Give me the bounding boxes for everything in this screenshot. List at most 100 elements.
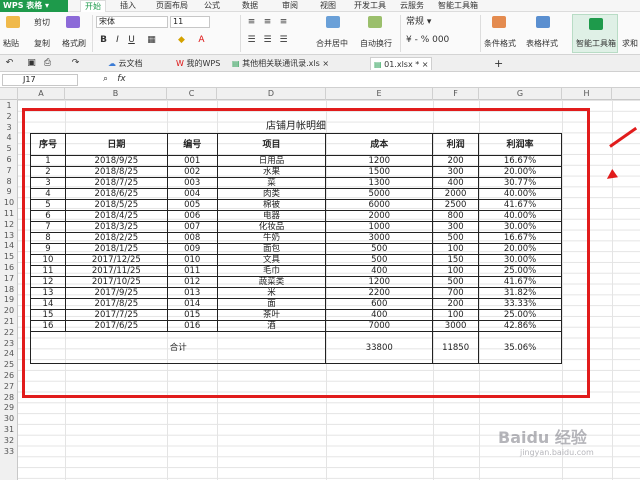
sum-button[interactable]: 求和 <box>622 38 638 49</box>
save-icon[interactable]: ▣ <box>26 58 37 69</box>
row-header[interactable]: 4 <box>0 133 18 142</box>
menu-tab-formula[interactable]: 公式 <box>204 0 220 12</box>
redo-icon[interactable]: ↷ <box>70 58 81 69</box>
merge-center-button[interactable]: 合并居中 <box>316 38 348 49</box>
column-header[interactable]: B <box>65 88 167 100</box>
row-header[interactable]: 3 <box>0 123 18 132</box>
toolbox-icon <box>589 18 603 30</box>
row-header[interactable]: 15 <box>0 252 18 261</box>
tab-label: 我的WPS <box>186 59 221 68</box>
row-header[interactable]: 16 <box>0 263 18 272</box>
row-header[interactable]: 24 <box>0 349 18 358</box>
border-icon[interactable]: ▦ <box>146 35 157 46</box>
tab-active-file[interactable]: ▤ 01.xlsx * × <box>370 57 433 70</box>
tab-my-wps[interactable]: W 我的WPS <box>176 57 220 70</box>
row-header[interactable]: 29 <box>0 403 18 412</box>
align-left-icon[interactable]: ☰ <box>246 35 257 46</box>
align-top-icon[interactable]: ≡ <box>246 17 257 28</box>
number-format-select[interactable]: 常规 ▾ <box>406 17 456 28</box>
font-color-icon[interactable]: A <box>196 35 207 46</box>
italic-icon[interactable]: I <box>112 35 123 46</box>
menu-tab-home[interactable]: 开始 <box>80 0 106 12</box>
menu-tab-review[interactable]: 审阅 <box>282 0 298 12</box>
format-painter-icon[interactable] <box>66 16 80 28</box>
menu-tab-developer[interactable]: 开发工具 <box>354 0 386 12</box>
name-box[interactable]: J17 <box>2 74 78 86</box>
fx-icon[interactable]: fx <box>116 74 127 85</box>
undo-icon[interactable]: ↶ <box>4 58 15 69</box>
select-all-corner[interactable] <box>0 88 18 100</box>
zoom-icon[interactable]: ⌕ <box>100 74 111 85</box>
smart-toolbox-button[interactable]: 智能工具箱 <box>572 14 618 53</box>
conditional-format-button[interactable]: 条件格式 <box>484 38 516 49</box>
table-style-button[interactable]: 表格样式 <box>526 38 558 49</box>
paste-label[interactable]: 粘贴 <box>3 38 19 49</box>
row-header[interactable]: 1 <box>0 101 18 110</box>
row-header[interactable]: 20 <box>0 306 18 315</box>
tab-cloud-docs[interactable]: ☁ 云文档 <box>108 57 143 70</box>
font-size-select[interactable]: 11 <box>170 16 210 28</box>
table-style-icon[interactable] <box>536 16 550 28</box>
row-header[interactable]: 10 <box>0 198 18 207</box>
row-header[interactable]: 22 <box>0 328 18 337</box>
font-name-select[interactable]: 宋体 <box>96 16 168 28</box>
row-header[interactable]: 33 <box>0 447 18 456</box>
row-header[interactable]: 32 <box>0 436 18 445</box>
copy-button[interactable]: 复制 <box>34 38 50 49</box>
row-header[interactable]: 14 <box>0 241 18 250</box>
row-header[interactable]: 26 <box>0 371 18 380</box>
row-header[interactable]: 18 <box>0 285 18 294</box>
row-header[interactable]: 8 <box>0 177 18 186</box>
menu-tab-view[interactable]: 视图 <box>320 0 336 12</box>
conditional-format-icon[interactable] <box>492 16 506 28</box>
paste-icon[interactable] <box>6 16 20 28</box>
print-icon[interactable]: ⎙ <box>42 58 53 69</box>
row-header[interactable]: 30 <box>0 414 18 423</box>
align-right-icon[interactable]: ☰ <box>278 35 289 46</box>
row-header[interactable]: 6 <box>0 155 18 164</box>
column-header[interactable]: D <box>217 88 326 100</box>
align-center-icon[interactable]: ☰ <box>262 35 273 46</box>
row-header[interactable]: 11 <box>0 209 18 218</box>
column-header[interactable]: F <box>433 88 479 100</box>
wrap-icon[interactable] <box>368 16 382 28</box>
row-header[interactable]: 25 <box>0 360 18 369</box>
column-header[interactable]: G <box>479 88 562 100</box>
align-bottom-icon[interactable]: ≡ <box>278 17 289 28</box>
new-tab-button[interactable]: + <box>494 57 503 70</box>
format-painter-button[interactable]: 格式刷 <box>62 38 86 49</box>
column-header[interactable]: C <box>167 88 217 100</box>
row-header[interactable]: 31 <box>0 425 18 434</box>
row-header[interactable]: 28 <box>0 393 18 402</box>
row-header[interactable]: 7 <box>0 166 18 175</box>
merge-icon[interactable] <box>326 16 340 28</box>
menu-tab-smart-toolbox[interactable]: 智能工具箱 <box>438 0 478 12</box>
column-header[interactable]: E <box>326 88 433 100</box>
row-header[interactable]: 9 <box>0 187 18 196</box>
row-header[interactable]: 17 <box>0 274 18 283</box>
menu-tab-page-layout[interactable]: 页面布局 <box>156 0 188 12</box>
row-header[interactable]: 21 <box>0 317 18 326</box>
row-header[interactable]: 23 <box>0 339 18 348</box>
menu-tab-insert[interactable]: 插入 <box>120 0 136 12</box>
row-header[interactable]: 5 <box>0 144 18 153</box>
cloud-icon: ☁ <box>108 59 116 68</box>
align-middle-icon[interactable]: ≡ <box>262 17 273 28</box>
tab-contacts-file[interactable]: ▤ 其他相关联通讯录.xls × <box>232 57 329 70</box>
column-header[interactable]: H <box>562 88 612 100</box>
fill-color-icon[interactable]: ◆ <box>176 35 187 46</box>
row-header[interactable]: 27 <box>0 382 18 391</box>
row-header[interactable]: 19 <box>0 295 18 304</box>
number-format-buttons[interactable]: ¥ - % 000 <box>406 35 476 46</box>
app-menu-button[interactable]: WPS 表格 ▾ <box>0 0 68 12</box>
row-header[interactable]: 12 <box>0 220 18 229</box>
underline-icon[interactable]: U <box>126 35 137 46</box>
row-header[interactable]: 2 <box>0 112 18 121</box>
bold-icon[interactable]: B <box>98 35 109 46</box>
column-header[interactable]: A <box>18 88 65 100</box>
menu-tab-cloud[interactable]: 云服务 <box>400 0 424 12</box>
row-header[interactable]: 13 <box>0 231 18 240</box>
menu-tab-data[interactable]: 数据 <box>242 0 258 12</box>
wrap-text-button[interactable]: 自动换行 <box>360 38 392 49</box>
cut-button[interactable]: 剪切 <box>34 17 50 28</box>
